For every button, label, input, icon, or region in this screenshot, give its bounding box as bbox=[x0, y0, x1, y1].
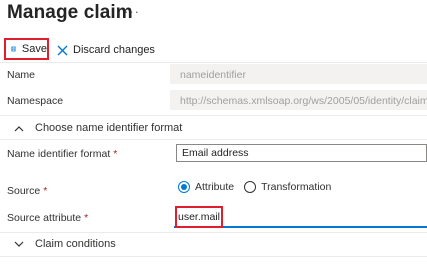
claim-conditions-section-toggle[interactable]: Claim conditions bbox=[14, 238, 116, 250]
dropdown-selected-value: Email address bbox=[182, 147, 249, 159]
source-attribute-value[interactable]: user.mail bbox=[175, 206, 223, 228]
source-label: Source * bbox=[7, 185, 47, 197]
radio-checked-icon bbox=[178, 181, 190, 193]
section-label: Choose name identifier format bbox=[35, 122, 183, 134]
section-divider bbox=[0, 115, 427, 116]
page-title: Manage claim bbox=[7, 2, 133, 23]
name-identifier-format-dropdown[interactable]: Email address bbox=[176, 144, 427, 162]
radio-label: Attribute bbox=[195, 181, 235, 193]
chevron-up-icon bbox=[14, 125, 24, 131]
section-divider bbox=[0, 232, 427, 233]
field-label-text: Source bbox=[7, 185, 41, 197]
section-label: Claim conditions bbox=[35, 238, 116, 250]
discard-changes-button[interactable]: Discard changes bbox=[57, 40, 155, 60]
field-label-text: Name identifier format bbox=[7, 148, 111, 160]
radio-transformation[interactable]: Transformation bbox=[244, 181, 331, 193]
name-identifier-format-label: Name identifier format * bbox=[7, 148, 117, 160]
name-label: Name bbox=[7, 69, 36, 81]
namespace-value: http://schemas.xmlsoap.org/ws/2005/05/id… bbox=[180, 95, 427, 107]
save-button[interactable]: Save bbox=[4, 38, 49, 60]
close-icon bbox=[57, 45, 68, 55]
section-divider bbox=[0, 139, 427, 140]
radio-attribute[interactable]: Attribute bbox=[178, 181, 234, 193]
required-marker: * bbox=[84, 212, 89, 224]
discard-changes-label: Discard changes bbox=[73, 44, 155, 56]
source-radio-group: Attribute Transformation bbox=[178, 181, 341, 193]
radio-unchecked-icon bbox=[244, 181, 257, 193]
name-value: nameidentifier bbox=[180, 69, 246, 81]
required-marker: * bbox=[113, 148, 118, 160]
required-marker: * bbox=[43, 185, 48, 197]
source-attribute-label: Source attribute * bbox=[7, 212, 88, 224]
save-label: Save bbox=[21, 43, 47, 55]
field-label-text: Source attribute bbox=[7, 212, 82, 224]
more-options-icon[interactable]: ··· bbox=[124, 4, 140, 19]
radio-label: Transformation bbox=[261, 181, 332, 193]
namespace-label: Namespace bbox=[7, 95, 64, 107]
save-icon bbox=[11, 46, 16, 52]
section-divider bbox=[0, 256, 427, 257]
chevron-down-icon bbox=[14, 241, 24, 247]
toolbar-divider bbox=[0, 62, 427, 63]
name-identifier-format-section-toggle[interactable]: Choose name identifier format bbox=[14, 122, 182, 134]
